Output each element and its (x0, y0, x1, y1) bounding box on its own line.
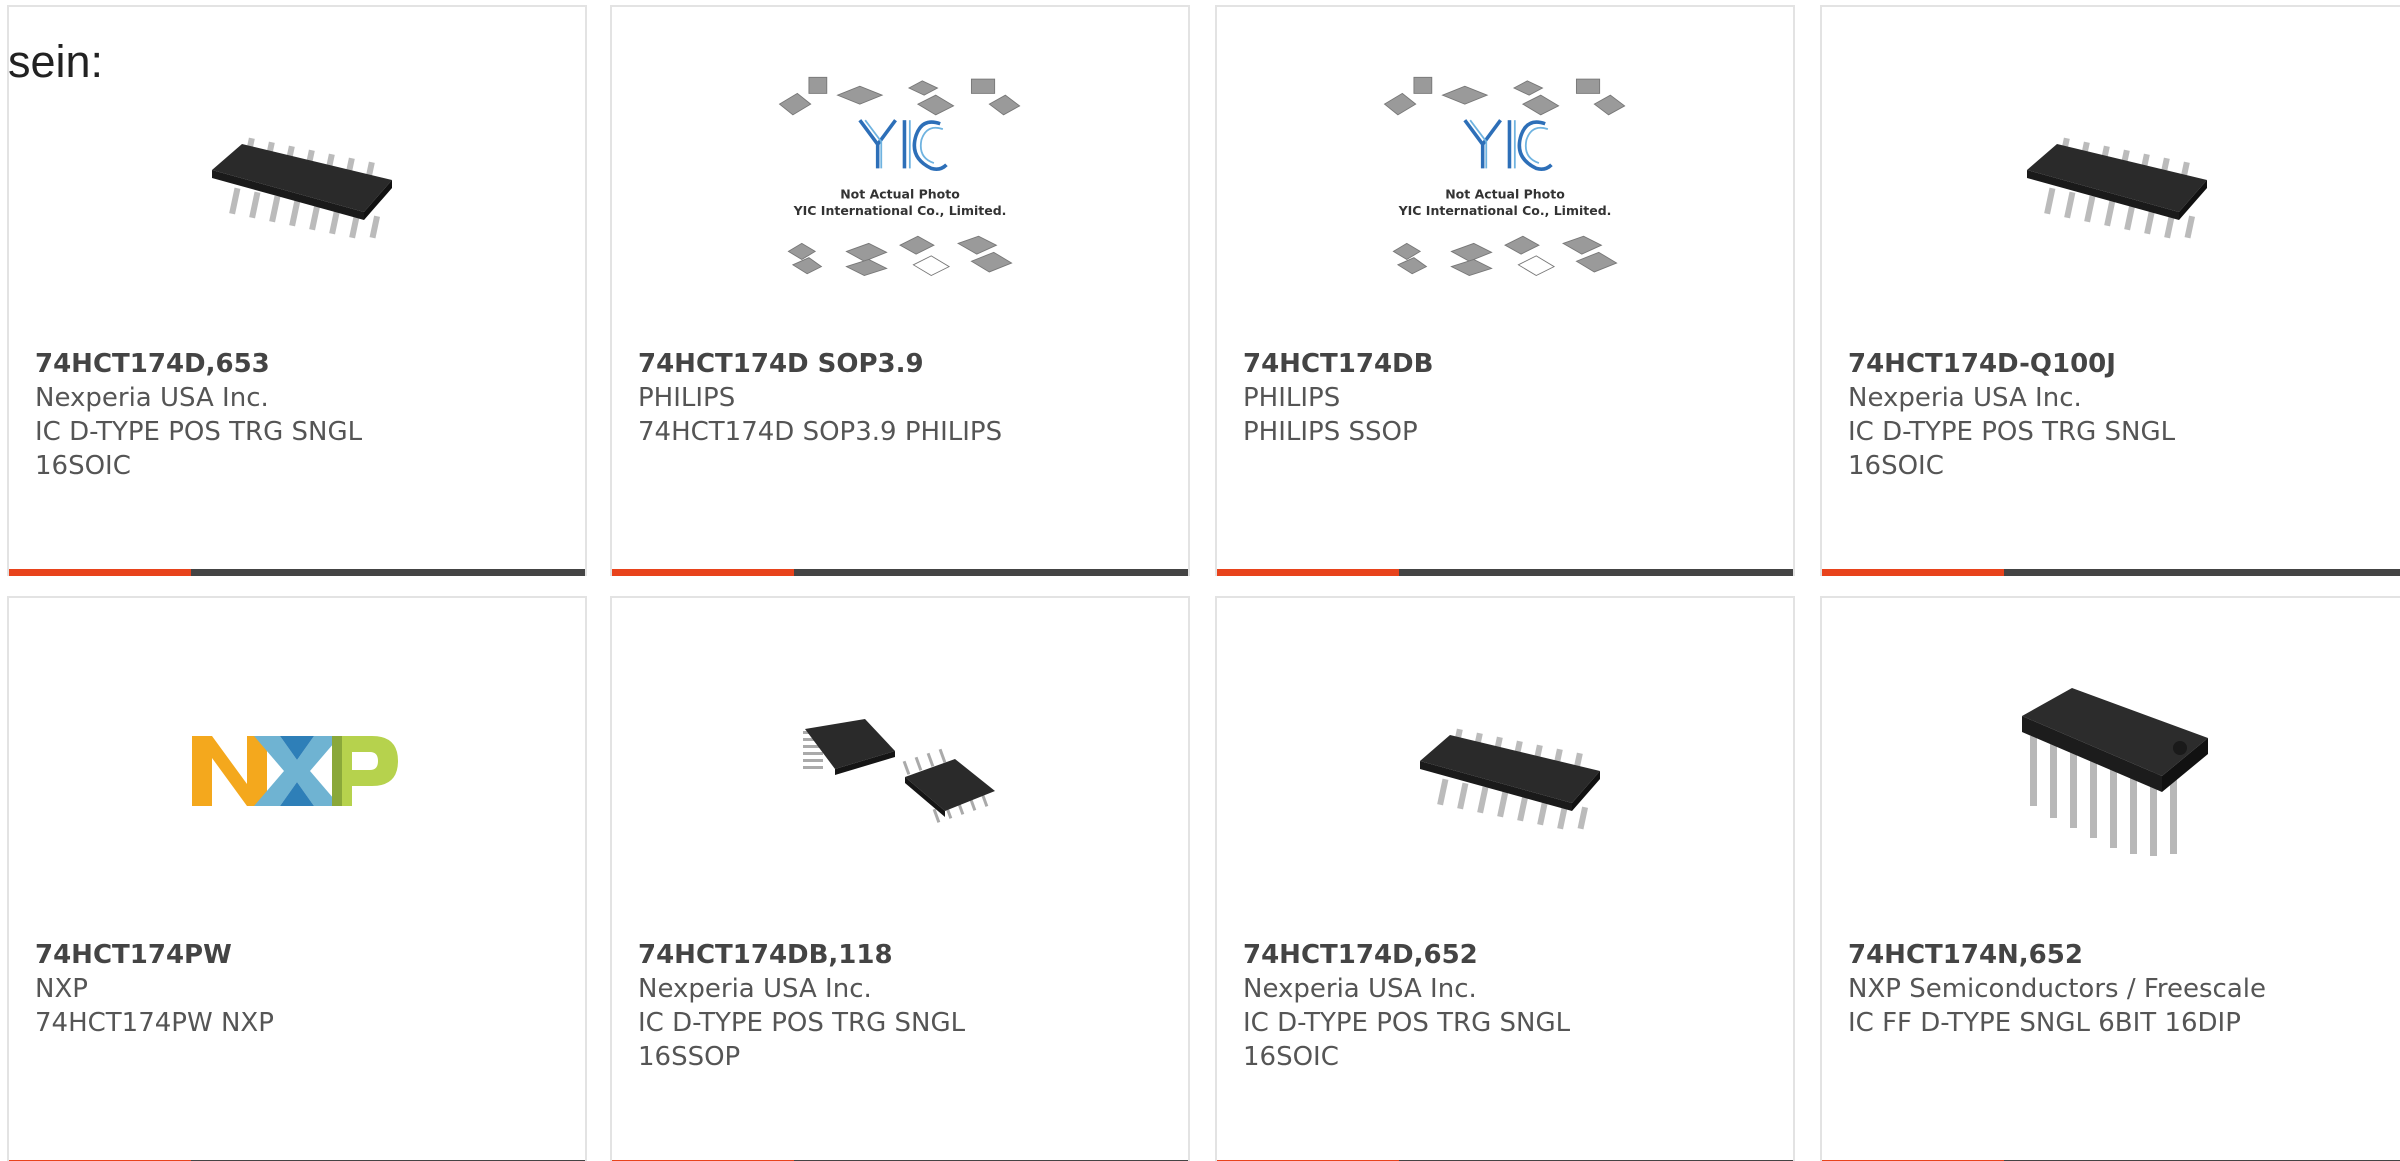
yic-caption-line1: Not Actual Photo (840, 187, 960, 202)
product-card[interactable]: 74HCT174D-Q100J Nexperia USA Inc. IC D-TYP… (1820, 5, 2400, 576)
card-bottom-bar (1822, 569, 2400, 576)
product-card[interactable]: 74HCT174N,652 NXP Semiconductors / Freesc… (1820, 596, 2400, 1161)
product-card[interactable]: 74HCT174D,653 Nexperia USA Inc. IC D-TYPE … (7, 5, 587, 576)
manufacturer: Nexperia USA Inc. (1243, 974, 1477, 1004)
product-card[interactable]: 74HCT174D,652 Nexperia USA Inc. IC D-TYPE … (1215, 596, 1795, 1161)
description-line: 16SOIC (35, 451, 131, 481)
yic-placeholder-icon: Not Actual Photo YIC International Co., … (778, 76, 1021, 277)
part-number[interactable]: 74HCT174D-Q100J (1848, 347, 2382, 381)
product-card[interactable]: Not Actual Photo YIC International Co., … (1215, 5, 1795, 576)
product-info: 74HCT174DB,118 Nexperia USA Inc. IC D-TYPE… (638, 938, 1162, 1074)
description-line: 74HCT174PW NXP (35, 1008, 274, 1038)
product-info: 74HCT174DB PHILIPS PHILIPS SSOP (1243, 347, 1767, 449)
product-image[interactable] (1987, 55, 2237, 305)
part-number[interactable]: 74HCT174N,652 (1848, 938, 2382, 972)
description-line: 74HCT174D SOP3.9 PHILIPS (638, 417, 1003, 447)
description-line: IC FF D-TYPE SNGL 6BIT 16DIP (1848, 1008, 2241, 1038)
description-line: 16SSOP (638, 1042, 741, 1072)
product-info: 74HCT174N,652 NXP Semiconductors / Freesc… (1848, 938, 2382, 1040)
part-number[interactable]: 74HCT174DB (1243, 347, 1767, 381)
part-number[interactable]: 74HCT174D,653 (35, 347, 559, 381)
product-image[interactable] (1987, 646, 2237, 896)
product-image[interactable] (172, 55, 422, 305)
part-number[interactable]: 74HCT174PW (35, 938, 559, 972)
card-bottom-bar (612, 569, 1188, 576)
description-line: 16SOIC (1848, 451, 1944, 481)
yic-caption-line1: Not Actual Photo (1445, 187, 1565, 202)
card-bottom-bar (9, 569, 585, 576)
manufacturer: NXP Semiconductors / Freescale (1848, 974, 2267, 1004)
product-info: 74HCT174D-Q100J Nexperia USA Inc. IC D-TYP… (1848, 347, 2382, 483)
card-accent-strip (9, 569, 191, 576)
yic-caption-line2: YIC International Co., Limited. (793, 203, 1007, 218)
description-line: PHILIPS SSOP (1243, 417, 1418, 447)
soic-chip-icon (212, 137, 392, 239)
manufacturer: Nexperia USA Inc. (638, 974, 872, 1004)
soic-chip-icon (1420, 728, 1600, 830)
part-number[interactable]: 74HCT174DB,118 (638, 938, 1162, 972)
product-card[interactable]: Not Actual Photo YIC International Co., … (610, 5, 1190, 576)
product-info: 74HCT174D,652 Nexperia USA Inc. IC D-TYPE … (1243, 938, 1767, 1074)
manufacturer: Nexperia USA Inc. (1848, 383, 2082, 413)
nxp-logo-icon (192, 736, 398, 806)
manufacturer: PHILIPS (638, 383, 736, 413)
product-image[interactable]: Not Actual Photo YIC International Co., … (775, 55, 1025, 305)
dip-chip-icon (2022, 688, 2208, 856)
manufacturer: Nexperia USA Inc. (35, 383, 269, 413)
product-image[interactable] (1380, 646, 1630, 896)
description-line: IC D-TYPE POS TRG SNGL (35, 417, 363, 447)
product-image[interactable]: Not Actual Photo YIC International Co., … (1380, 55, 1630, 305)
product-info: 74HCT174PW NXP 74HCT174PW NXP (35, 938, 559, 1040)
description-line: IC D-TYPE POS TRG SNGL (1243, 1008, 1571, 1038)
soic-chip-icon (2027, 137, 2207, 239)
card-bottom-bar (1217, 569, 1793, 576)
product-card[interactable]: 74HCT174PW NXP 74HCT174PW NXP (7, 596, 587, 1161)
manufacturer: PHILIPS (1243, 383, 1341, 413)
product-info: 74HCT174D,653 Nexperia USA Inc. IC D-TYPE … (35, 347, 559, 483)
intro-text: sein: (8, 36, 104, 87)
description-line: IC D-TYPE POS TRG SNGL (638, 1008, 966, 1038)
part-number[interactable]: 74HCT174D SOP3.9 (638, 347, 1162, 381)
yic-caption-line2: YIC International Co., Limited. (1398, 203, 1612, 218)
product-grid-page: sein: 74HCT174D,653 Nexperia USA Inc. IC… (0, 0, 2400, 1161)
description-line: IC D-TYPE POS TRG SNGL (1848, 417, 2176, 447)
card-accent-strip (1822, 569, 2004, 576)
yic-placeholder-icon: Not Actual Photo YIC International Co., … (1383, 76, 1626, 277)
product-info: 74HCT174D SOP3.9 PHILIPS 74HCT174D SOP3.9 … (638, 347, 1162, 449)
part-number[interactable]: 74HCT174D,652 (1243, 938, 1767, 972)
product-image[interactable] (775, 646, 1025, 896)
product-image[interactable] (172, 646, 422, 896)
description-line: 16SOIC (1243, 1042, 1339, 1072)
card-accent-strip (1217, 569, 1399, 576)
manufacturer: NXP (35, 974, 88, 1004)
ssop-chips-icon (803, 719, 995, 823)
card-accent-strip (612, 569, 794, 576)
product-card[interactable]: 74HCT174DB,118 Nexperia USA Inc. IC D-TYPE… (610, 596, 1190, 1161)
